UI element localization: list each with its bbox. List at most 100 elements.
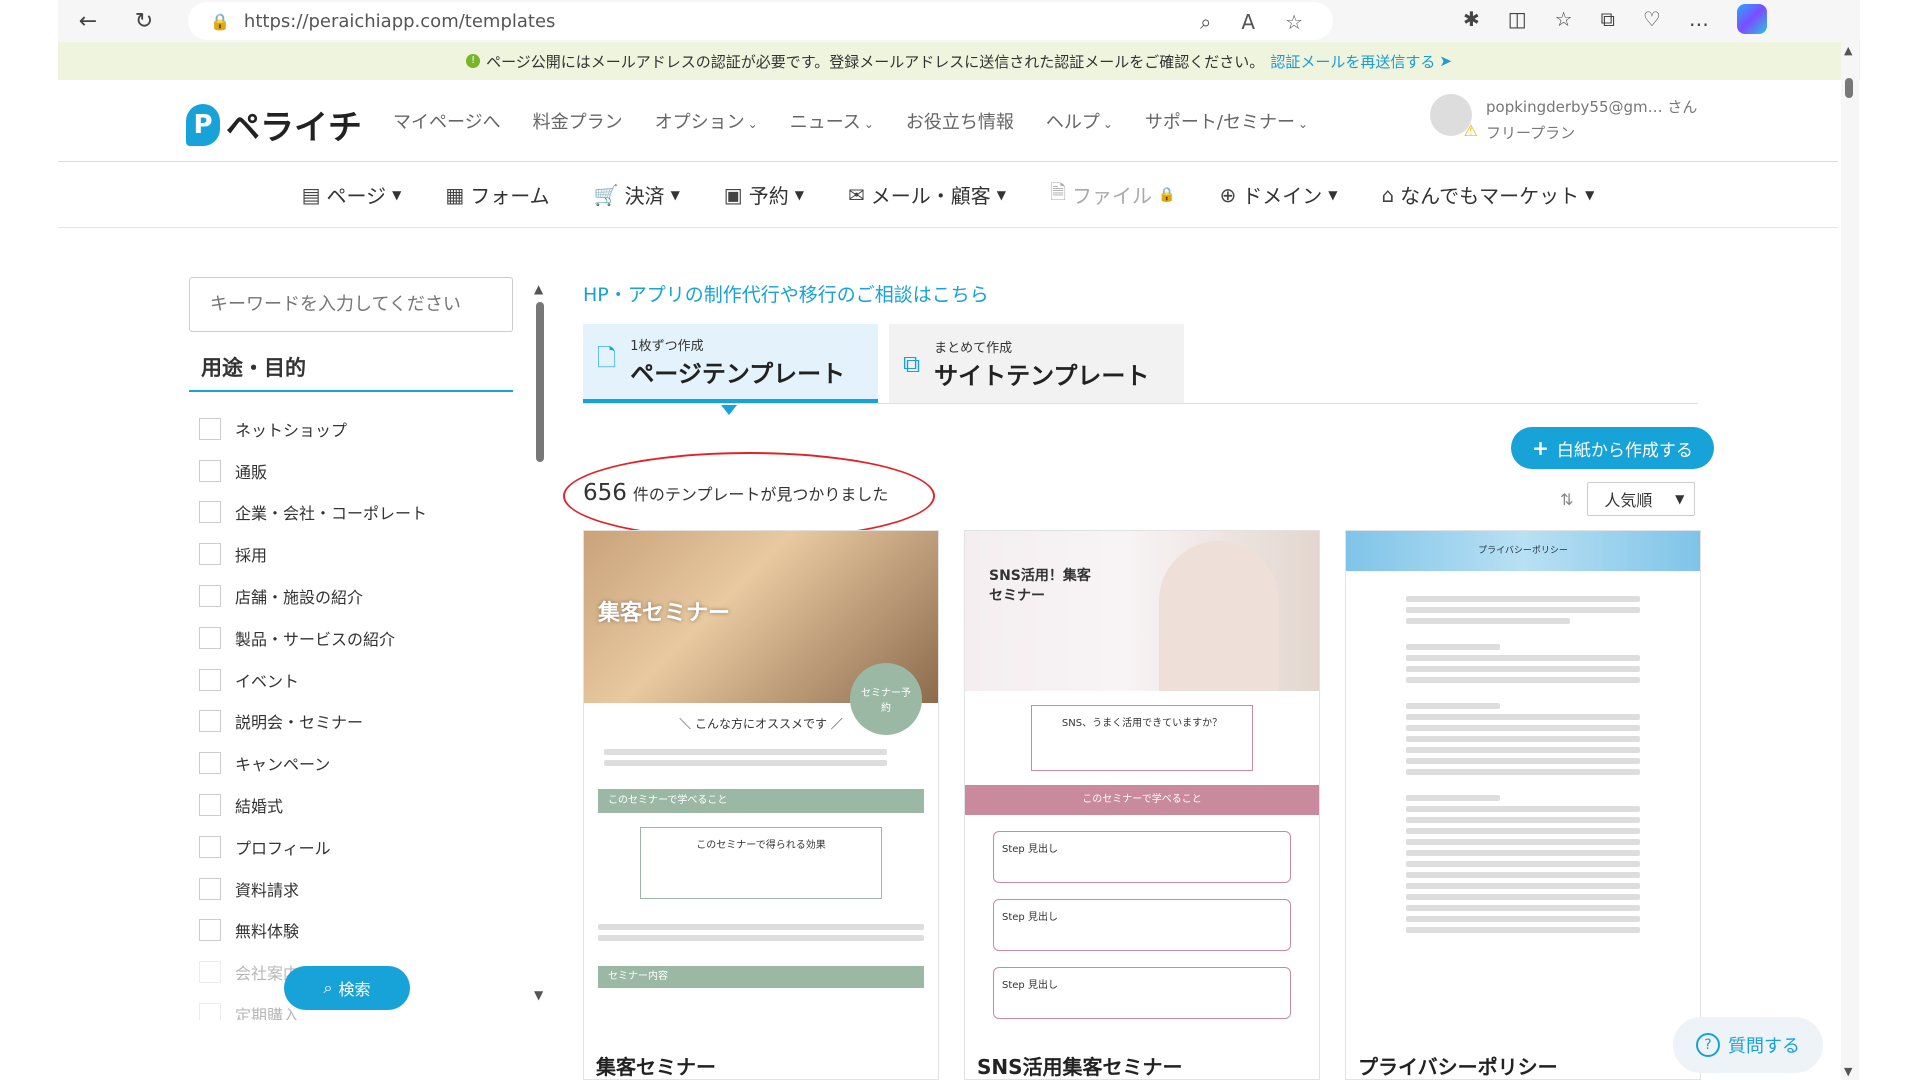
more-icon[interactable]: … (1689, 7, 1709, 31)
category-item[interactable]: 資料請求 (199, 868, 519, 910)
split-screen-icon[interactable]: ◫ (1508, 7, 1527, 31)
scroll-down-icon[interactable]: ▼ (1844, 1065, 1852, 1078)
tool-label: ドメイン (1242, 184, 1323, 208)
lock-icon: 🔒 (1158, 186, 1176, 203)
address-bar[interactable]: 🔒 https://peraichiapp.com/templates ⌕ A … (188, 2, 1333, 40)
favorites-icon[interactable]: ☆ (1555, 7, 1573, 31)
checkbox[interactable] (199, 459, 221, 482)
checkbox[interactable] (199, 668, 221, 691)
tab-page-template[interactable]: 🗋 1枚ずつ作成 ページテンプレート (583, 324, 878, 415)
tool-payment[interactable]: 🛒 決済 ▼ (594, 180, 680, 209)
category-item[interactable]: 通販 (199, 450, 519, 492)
nav-support[interactable]: サポート/セミナー ⌄ (1145, 108, 1308, 134)
tab-site-template[interactable]: ⧉ まとめて作成 サイトテンプレート (889, 324, 1184, 403)
template-title: SNS活用集客セミナー (977, 1055, 1183, 1079)
extensions-icon[interactable]: ✱ (1463, 7, 1480, 31)
site-header: P ペライチ マイページへ 料金プラン オプション ⌄ ニュース ⌄ お役立ち情報 … (58, 80, 1838, 162)
category-item[interactable]: 結婚式 (199, 784, 519, 826)
category-label: 製品・サービスの紹介 (235, 629, 396, 649)
nav-mypage[interactable]: マイページへ (393, 108, 501, 134)
tool-page[interactable]: ▤ ページ ▼ (302, 180, 402, 209)
category-item[interactable]: 説明会・セミナー (199, 701, 519, 743)
checkbox[interactable] (199, 710, 221, 733)
zoom-icon[interactable]: ⌕ (1200, 10, 1211, 34)
resend-email-link[interactable]: 認証メールを再送信する (1270, 51, 1435, 72)
user-email: popkingderby55@gm… さん (1486, 98, 1698, 116)
checkbox[interactable] (199, 794, 221, 817)
tool-form[interactable]: ▦ フォーム (445, 180, 549, 209)
read-aloud-icon[interactable]: A (1241, 10, 1255, 34)
nav-tips[interactable]: お役立ち情報 (906, 108, 1014, 134)
category-label: イベント (235, 671, 300, 691)
www-icon: ⊕ (1219, 182, 1237, 207)
checkbox[interactable] (199, 919, 221, 942)
scroll-down-icon[interactable]: ▼ (534, 988, 543, 1002)
category-item[interactable]: 店舗・施設の紹介 (199, 575, 519, 617)
checkbox[interactable] (199, 961, 221, 984)
user-menu[interactable]: ⚠ popkingderby55@gm… さん フリープラン (1430, 94, 1697, 146)
collections-icon[interactable]: ⧉ (1601, 7, 1615, 31)
checkbox[interactable] (199, 752, 221, 775)
category-item[interactable]: 企業・会社・コーポレート (199, 492, 519, 534)
step-heading: 見出し (1027, 980, 1058, 991)
tool-market[interactable]: ⌂ なんでもマーケット ▼ (1381, 180, 1594, 209)
tool-domain[interactable]: ⊕ ドメイン ▼ (1219, 180, 1337, 209)
consult-link[interactable]: HP・アプリの制作代行や移行のご相談はこちら (583, 280, 989, 307)
sidebar-scrollbar[interactable]: ▲ ▼ (534, 282, 544, 1002)
scroll-up-icon[interactable]: ▲ (534, 282, 543, 296)
keyword-search-input[interactable] (189, 277, 513, 332)
category-item[interactable]: プロフィール (199, 826, 519, 868)
category-item[interactable]: 採用 (199, 533, 519, 575)
category-item[interactable]: イベント (199, 659, 519, 701)
browser-essentials-icon[interactable]: ♡ (1643, 7, 1661, 31)
back-icon[interactable]: ← (68, 1, 108, 41)
step-heading: 見出し (1027, 912, 1058, 923)
favorite-star-icon[interactable]: ☆ (1285, 10, 1303, 34)
checkbox[interactable] (199, 585, 221, 608)
scroll-thumb[interactable] (536, 302, 544, 462)
tool-file[interactable]: 🗎 ファイル 🔒 (1050, 178, 1176, 212)
step-label: Step (1002, 980, 1025, 991)
copilot-icon[interactable] (1736, 4, 1767, 34)
nav-pricing[interactable]: 料金プラン (533, 108, 623, 134)
tab-subtitle: 1枚ずつ作成 (630, 338, 704, 354)
sort-icon[interactable]: ⇅ (1560, 490, 1573, 509)
nav-news[interactable]: ニュース ⌄ (790, 108, 874, 134)
nav-help[interactable]: ヘルプ ⌄ (1046, 108, 1113, 134)
logo[interactable]: P ペライチ (186, 100, 362, 149)
category-item[interactable]: 製品・サービスの紹介 (199, 617, 519, 659)
checkbox[interactable] (199, 835, 221, 858)
category-item[interactable]: キャンペーン (199, 742, 519, 784)
refresh-icon[interactable]: ↻ (124, 1, 164, 41)
scroll-up-icon[interactable]: ▲ (1844, 44, 1852, 57)
sort-select[interactable]: 人気順 ▼ (1587, 482, 1696, 516)
checkbox[interactable] (199, 417, 221, 440)
scroll-thumb[interactable] (1845, 78, 1853, 98)
checkbox[interactable] (199, 501, 221, 524)
template-title: プライバシーポリシー (1358, 1055, 1558, 1079)
tool-mail[interactable]: ✉ メール・顧客 ▼ (848, 180, 1006, 209)
info-icon: ! (466, 54, 481, 68)
tab-divider (583, 403, 1698, 404)
ask-question-button[interactable]: ? 質問する (1673, 1017, 1823, 1073)
category-item[interactable]: ネットショップ (199, 408, 519, 450)
tool-reservation[interactable]: ▣ 予約 ▼ (724, 180, 804, 209)
nav-options[interactable]: オプション ⌄ (655, 108, 758, 134)
template-card[interactable]: プライバシーポリシー プライバシーポリシー (1345, 530, 1701, 1080)
warning-icon: ⚠ (1463, 121, 1478, 140)
checkbox[interactable] (199, 543, 221, 566)
create-blank-button[interactable]: + 白紙から作成する (1511, 427, 1714, 469)
checkbox[interactable] (199, 626, 221, 649)
template-card[interactable]: 集客セミナー セミナー予約 ＼ こんな方にオススメです ／ このセミナーで学べる… (583, 530, 939, 1080)
category-label: ネットショップ (235, 420, 348, 440)
search-button[interactable]: ⌕ 検索 (284, 966, 410, 1010)
chevron-down-icon: ▼ (392, 187, 402, 202)
tool-label: ページ (326, 184, 387, 208)
checkbox[interactable] (199, 1003, 221, 1020)
category-item[interactable]: 無料体験 (199, 910, 519, 952)
template-card[interactable]: SNS活用！集客セミナー SNS、うまく活用できていますか？ このセミナーで学べ… (964, 530, 1320, 1080)
checkbox[interactable] (199, 877, 221, 900)
mail-icon: ✉ (847, 182, 865, 207)
page-scrollbar[interactable]: ▲ ▼ (1841, 42, 1859, 1080)
browser-window: ← ↻ 🔒 https://peraichiapp.com/templates … (58, 0, 1860, 1080)
